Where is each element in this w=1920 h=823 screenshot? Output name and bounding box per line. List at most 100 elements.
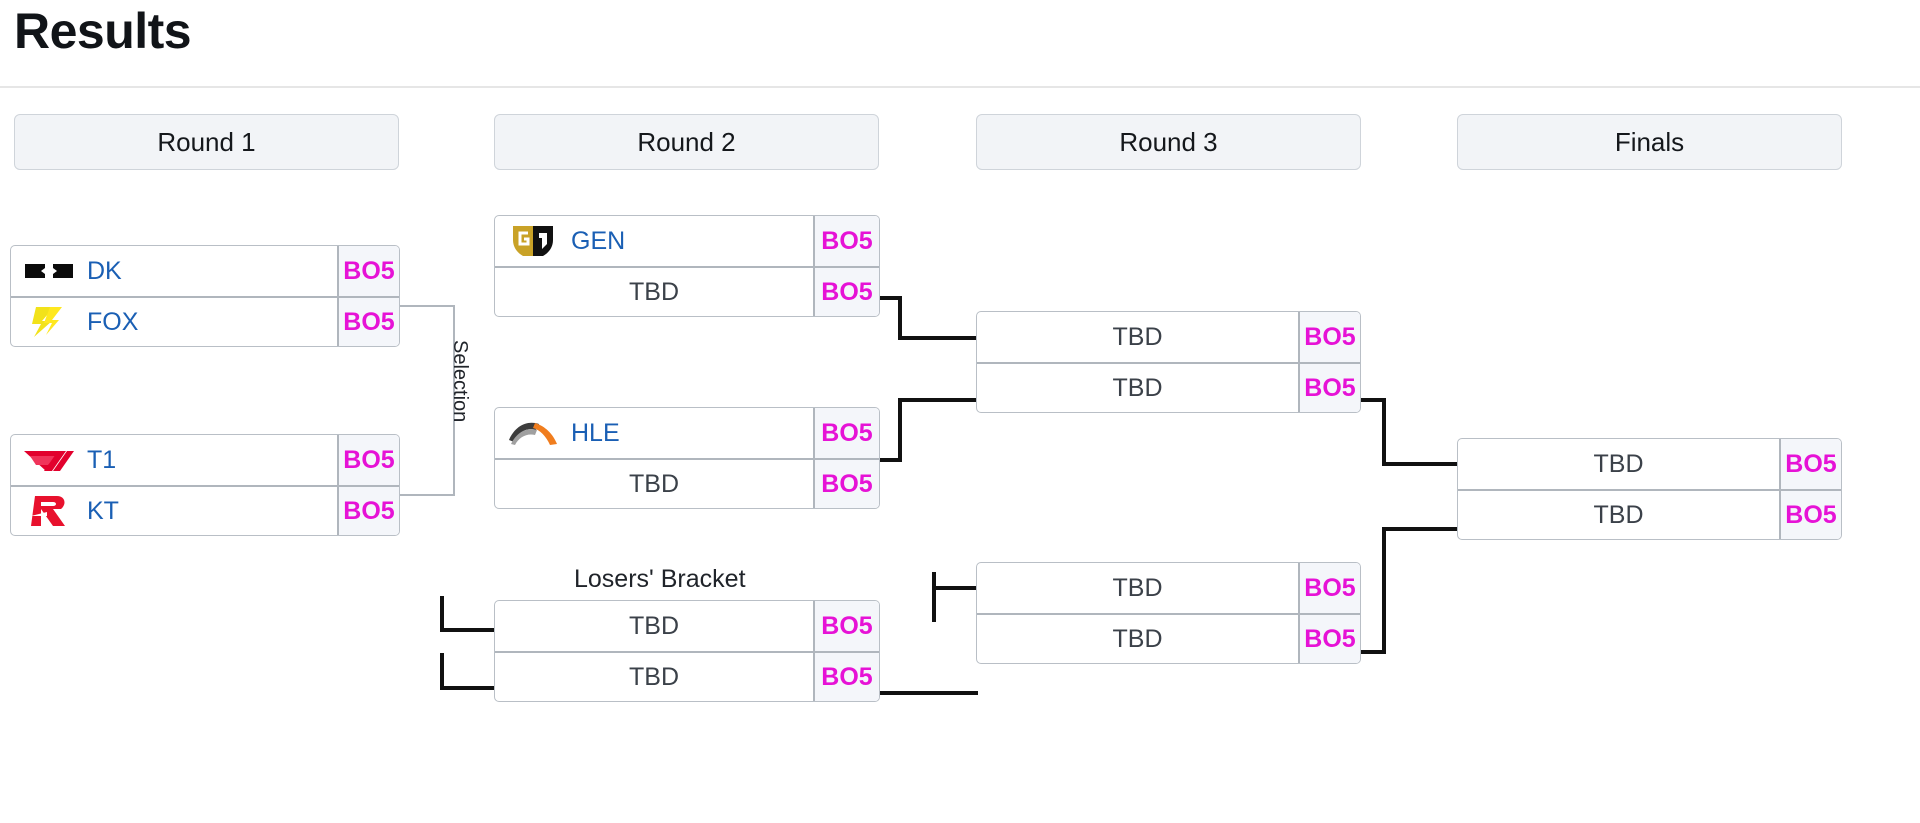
score-cell[interactable]: BO5 (1298, 615, 1360, 663)
team-name: TBD (1112, 373, 1163, 402)
connector-r2m2-rise (898, 398, 902, 462)
losers-bracket-caption: Losers' Bracket (574, 565, 746, 593)
connector-r3m2-top-drop (932, 572, 936, 622)
connector-r1m2-selection (399, 494, 455, 496)
selection-label: Selection (449, 340, 471, 423)
page-title: Results (14, 3, 192, 59)
team-cell: TBD (977, 312, 1298, 362)
bracket-page: Results Round 1 Round 2 Round 3 Finals D… (0, 0, 1920, 823)
connector-finals-bottom-in (1382, 527, 1460, 531)
score-cell[interactable]: BO5 (1779, 439, 1841, 489)
match-finals[interactable]: TBD BO5 TBD BO5 (1457, 438, 1842, 540)
match-row[interactable]: TBD BO5 (977, 563, 1360, 613)
connector-r3m1-bottom-in (898, 398, 978, 402)
gen-logo (505, 224, 561, 258)
match-r3-m1[interactable]: TBD BO5 TBD BO5 (976, 311, 1361, 413)
score-cell[interactable]: BO5 (813, 268, 879, 316)
match-row[interactable]: TBD BO5 (977, 613, 1360, 663)
connector-r1m1-selection (399, 305, 455, 307)
round-header-round-1[interactable]: Round 1 (14, 114, 399, 170)
match-row[interactable]: TBD BO5 (977, 362, 1360, 412)
match-row[interactable]: TBD BO5 (495, 266, 879, 316)
match-row[interactable]: HLE BO5 (495, 408, 879, 458)
team-cell: T1 (11, 435, 337, 485)
match-r2-losers[interactable]: TBD BO5 TBD BO5 (494, 600, 880, 702)
team-cell: TBD (977, 615, 1298, 663)
team-name: KT (87, 496, 119, 525)
team-cell: TBD (977, 364, 1298, 412)
team-name: TBD (629, 277, 679, 306)
score-cell[interactable]: BO5 (337, 246, 399, 296)
team-name: HLE (571, 418, 620, 447)
team-cell: TBD (1458, 491, 1779, 539)
score-cell[interactable]: BO5 (813, 653, 879, 701)
match-r2-m2[interactable]: HLE BO5 TBD BO5 (494, 407, 880, 509)
connector-r3m1-top-in (898, 336, 978, 340)
score-cell[interactable]: BO5 (337, 487, 399, 535)
match-row[interactable]: GEN BO5 (495, 216, 879, 266)
match-r1-m1[interactable]: DK BO5 FOX BO5 (10, 245, 400, 347)
match-row[interactable]: TBD BO5 (1458, 489, 1841, 539)
kt-logo (21, 494, 77, 528)
match-row[interactable]: DK BO5 (11, 246, 399, 296)
score-cell[interactable]: BO5 (813, 216, 879, 266)
team-cell: TBD (495, 653, 813, 701)
team-name: T1 (87, 445, 117, 474)
team-name: TBD (629, 469, 679, 498)
match-row[interactable]: KT BO5 (11, 485, 399, 535)
match-row[interactable]: FOX BO5 (11, 296, 399, 346)
connector-r2m1-drop (898, 296, 902, 340)
team-name: DK (87, 256, 122, 285)
round-header-label: Round 3 (1119, 126, 1218, 157)
title-divider (0, 86, 1920, 88)
match-row[interactable]: TBD BO5 (977, 312, 1360, 362)
score-cell[interactable]: BO5 (813, 601, 879, 651)
score-cell[interactable]: BO5 (1779, 491, 1841, 539)
team-cell: FOX (11, 298, 337, 346)
round-header-round-2[interactable]: Round 2 (494, 114, 879, 170)
team-cell: KT (11, 487, 337, 535)
connector-losers-top-stub-v (440, 596, 444, 632)
team-name: TBD (629, 611, 679, 640)
match-row[interactable]: T1 BO5 (11, 435, 399, 485)
connector-finals-bottom-rise (1382, 527, 1386, 654)
round-header-label: Round 1 (157, 126, 256, 157)
score-cell[interactable]: BO5 (337, 298, 399, 346)
score-cell[interactable]: BO5 (813, 460, 879, 508)
team-cell: TBD (1458, 439, 1779, 489)
team-name: TBD (1593, 449, 1644, 478)
dk-logo (21, 254, 77, 288)
match-r3-m2[interactable]: TBD BO5 TBD BO5 (976, 562, 1361, 664)
match-row[interactable]: TBD BO5 (495, 651, 879, 701)
score-cell[interactable]: BO5 (1298, 312, 1360, 362)
team-cell: HLE (495, 408, 813, 458)
t1-logo (21, 443, 77, 477)
team-cell: TBD (495, 268, 813, 316)
match-r1-m2[interactable]: T1 BO5 KT BO5 (10, 434, 400, 536)
connector-finals-top-in (1382, 462, 1460, 466)
round-header-finals[interactable]: Finals (1457, 114, 1842, 170)
hle-logo (505, 416, 561, 450)
match-r2-m1[interactable]: GEN BO5 TBD BO5 (494, 215, 880, 317)
team-cell: DK (11, 246, 337, 296)
match-row[interactable]: TBD BO5 (1458, 439, 1841, 489)
match-row[interactable]: TBD BO5 (495, 458, 879, 508)
score-cell[interactable]: BO5 (1298, 563, 1360, 613)
team-cell: GEN (495, 216, 813, 266)
score-cell[interactable]: BO5 (337, 435, 399, 485)
team-name: TBD (1112, 624, 1163, 653)
connector-finals-top-drop (1382, 398, 1386, 466)
team-name: GEN (571, 226, 626, 255)
connector-losers-bottom-stub-h (440, 686, 496, 690)
round-header-label: Finals (1614, 126, 1685, 157)
team-cell: TBD (495, 460, 813, 508)
connector-losers-bottom-stub-v (440, 653, 444, 690)
team-name: TBD (1112, 573, 1163, 602)
score-cell[interactable]: BO5 (813, 408, 879, 458)
score-cell[interactable]: BO5 (1298, 364, 1360, 412)
team-cell: TBD (495, 601, 813, 651)
match-row[interactable]: TBD BO5 (495, 601, 879, 651)
fox-logo (21, 305, 77, 339)
team-name: TBD (1593, 500, 1644, 529)
round-header-round-3[interactable]: Round 3 (976, 114, 1361, 170)
